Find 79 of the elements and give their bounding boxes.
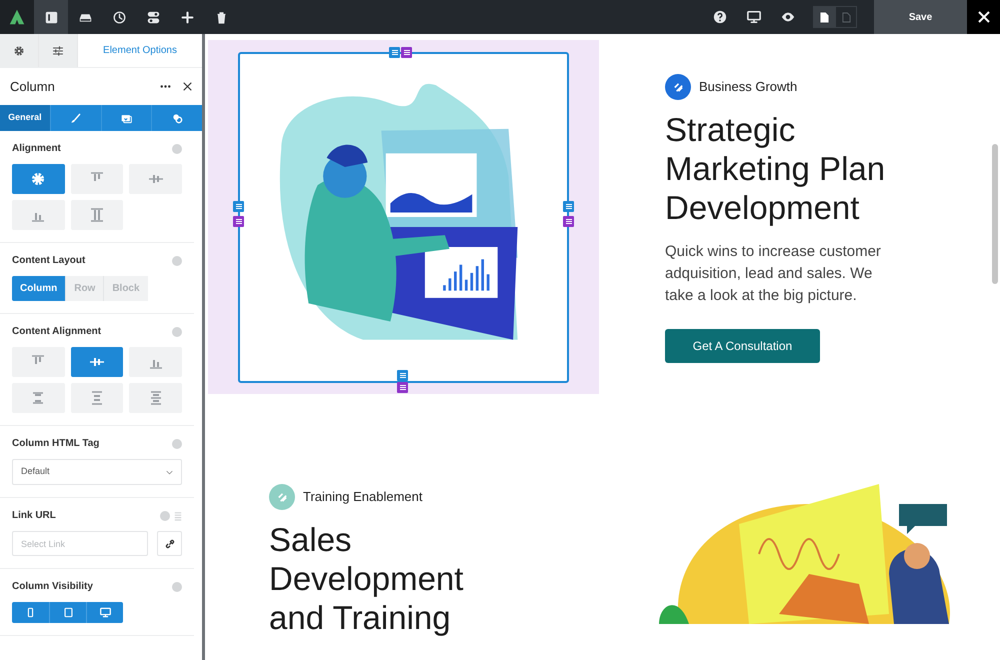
shapes-icon <box>172 112 183 124</box>
device-toggle[interactable] <box>12 602 49 623</box>
help-icon <box>713 10 727 24</box>
logo-icon[interactable] <box>0 0 34 34</box>
device-toggle[interactable] <box>49 602 86 623</box>
align-option[interactable] <box>12 164 65 194</box>
tablet-icon <box>62 607 74 618</box>
layout-icon <box>44 10 58 24</box>
gear-icon <box>13 44 25 56</box>
align-icon <box>88 207 105 223</box>
link-input[interactable]: Select Link <box>12 531 148 556</box>
heading-line: Development <box>269 559 464 598</box>
badge-icon <box>665 74 691 100</box>
page-icon <box>820 12 828 22</box>
drag-handle[interactable] <box>233 200 244 212</box>
trash-icon <box>214 10 228 24</box>
gear-icon <box>30 171 46 187</box>
section-label: Content Layout <box>12 254 86 268</box>
badge-icon <box>269 484 295 510</box>
sliders-icon <box>52 44 64 56</box>
eye-icon <box>781 10 795 24</box>
brush-icon <box>70 112 82 124</box>
layout-option[interactable]: Column <box>12 276 66 301</box>
drag-handle[interactable] <box>563 216 574 226</box>
drag-handle[interactable] <box>397 370 408 380</box>
align-option[interactable] <box>70 200 124 230</box>
heading-line: and Training <box>269 598 452 637</box>
drag-handle[interactable] <box>389 46 400 58</box>
align-option[interactable] <box>129 383 182 413</box>
tag-select[interactable]: Default <box>12 459 182 485</box>
panel-title: Column <box>10 78 55 96</box>
align-option[interactable] <box>129 347 182 377</box>
page-icon <box>842 12 850 22</box>
toggles-icon <box>146 10 160 24</box>
drag-handle[interactable] <box>401 46 412 58</box>
align-option[interactable] <box>12 200 65 230</box>
device-toggle[interactable] <box>86 602 123 623</box>
section-label: Content Alignment <box>12 325 102 339</box>
section-label: Column HTML Tag <box>12 437 100 451</box>
toolbar-button[interactable] <box>34 0 68 34</box>
align-option[interactable] <box>70 347 124 377</box>
drag-handle[interactable] <box>233 216 244 226</box>
panel-tab[interactable] <box>0 34 39 67</box>
section-label: Link URL <box>12 509 56 523</box>
monitor-icon <box>747 10 761 24</box>
align-option[interactable] <box>70 383 124 413</box>
heading-line: Development <box>665 188 860 227</box>
section-label: Business Growth <box>699 78 798 96</box>
close-button[interactable] <box>967 0 1000 34</box>
align-option[interactable] <box>12 383 65 413</box>
close-icon <box>978 11 990 23</box>
section-label: Alignment <box>12 142 61 156</box>
link-button[interactable] <box>157 531 182 556</box>
align-option[interactable] <box>70 164 124 194</box>
heading-line: Sales <box>269 520 353 559</box>
more-icon[interactable] <box>160 85 171 88</box>
page-view-button[interactable] <box>813 6 835 28</box>
plus-icon <box>180 10 194 24</box>
drag-handle[interactable] <box>563 200 574 212</box>
chevron-icon <box>166 470 173 474</box>
align-option[interactable] <box>12 347 65 377</box>
link-icon <box>164 538 174 548</box>
panel-tab[interactable]: Element Options <box>78 34 202 67</box>
align-option[interactable] <box>129 164 182 194</box>
section-label: Column Visibility <box>12 580 93 594</box>
panel-subtab[interactable]: General <box>0 105 50 131</box>
drag-handle[interactable] <box>397 382 408 392</box>
heading-line: Marketing Plan <box>665 149 886 188</box>
section-description: Quick wins to increase customer adquisition, lead and sales. We take a look at the big picture. <box>665 242 882 306</box>
monitor-icon <box>100 607 110 618</box>
clock-icon <box>112 10 126 24</box>
section-label: Training Enablement <box>303 488 422 506</box>
save-button[interactable]: Save <box>874 0 967 34</box>
panel-tab[interactable] <box>39 34 78 67</box>
consultation-button[interactable]: Get A Consultation <box>665 329 820 363</box>
media-icon <box>120 112 132 124</box>
mobile-icon <box>25 607 36 618</box>
heading-line: Strategic <box>665 110 796 149</box>
close-icon[interactable] <box>183 82 192 91</box>
